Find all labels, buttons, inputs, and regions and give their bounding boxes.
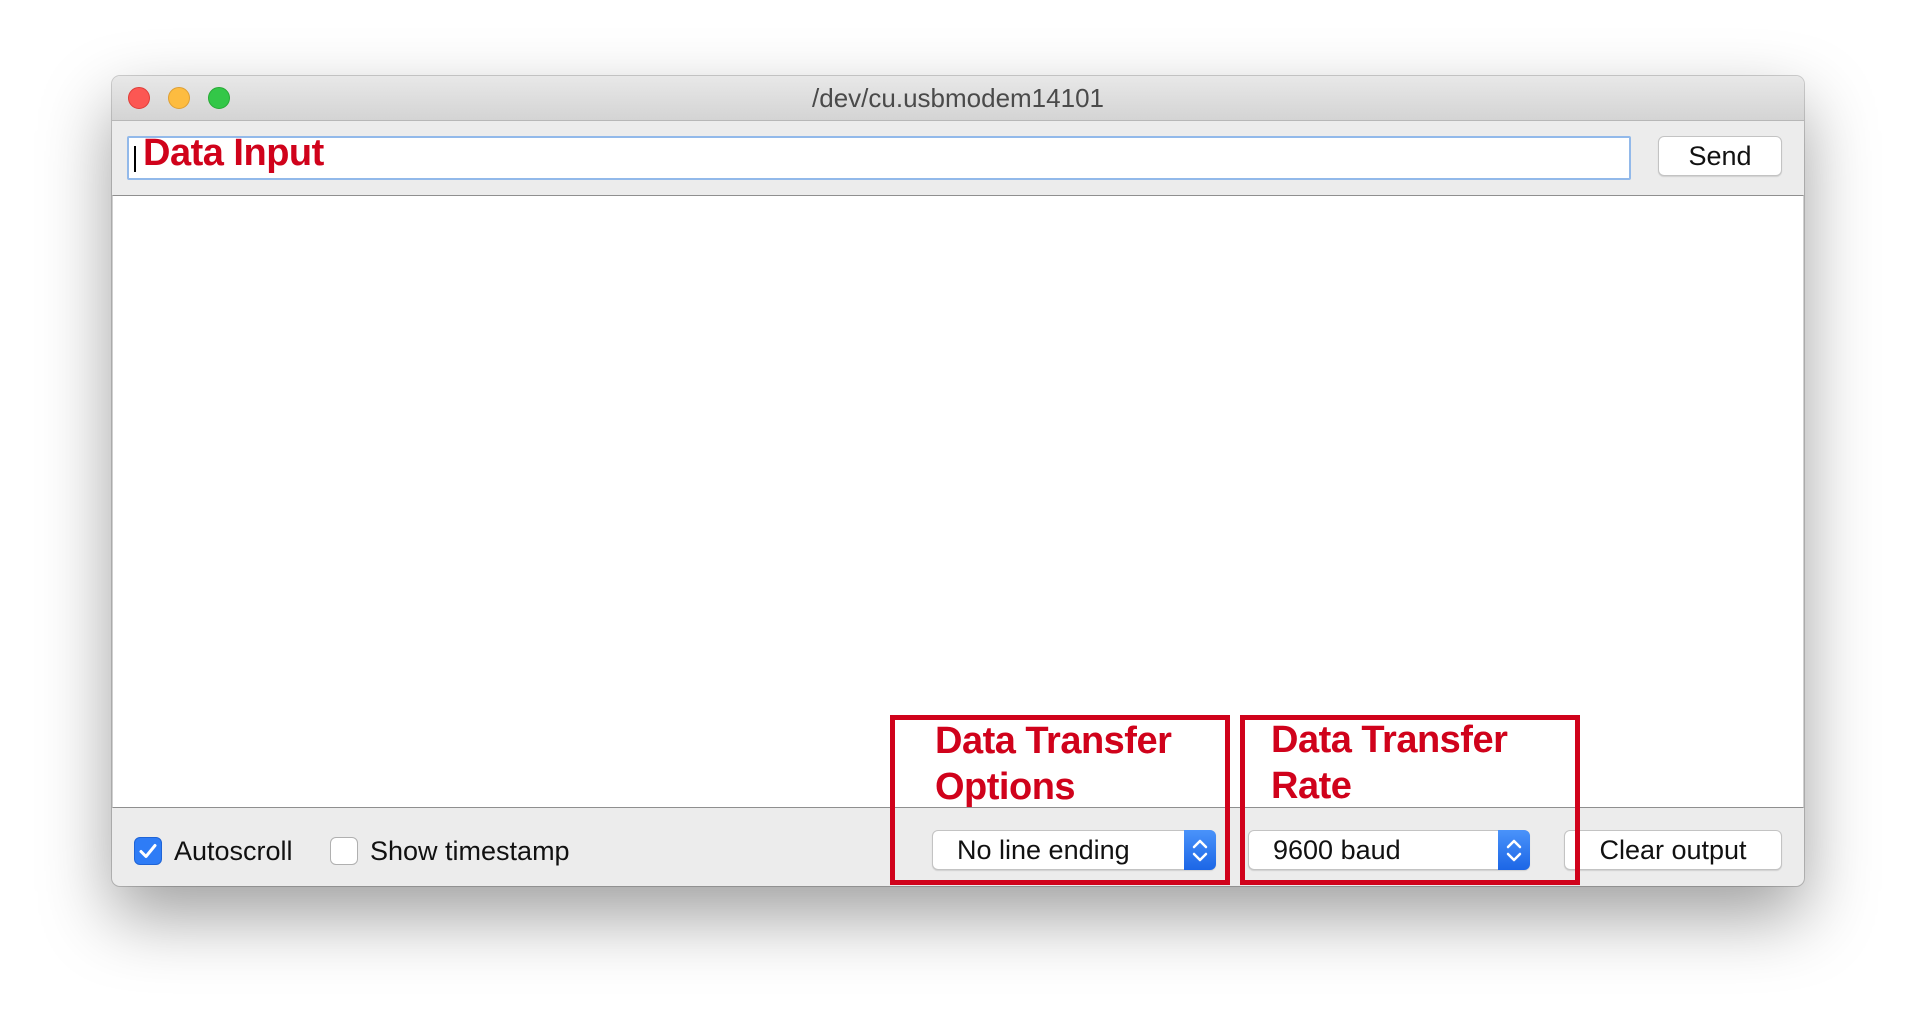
window-title: /dev/cu.usbmodem14101 [812,83,1104,113]
clear-output-button[interactable]: Clear output [1564,830,1782,870]
send-button[interactable]: Send [1658,136,1782,176]
checkmark-icon [139,844,157,858]
data-input-annotation: Data Input [143,132,324,174]
autoscroll-checkbox[interactable] [134,837,162,865]
show-timestamp-checkbox[interactable] [330,837,358,865]
options-annotation-label: Data Transfer Options [935,720,1172,808]
rate-annotation-label: Data Transfer Rate [1271,719,1508,807]
autoscroll-label[interactable]: Autoscroll [174,834,293,868]
title-bar[interactable]: /dev/cu.usbmodem14101 [112,76,1804,121]
text-caret [134,146,136,172]
show-timestamp-label[interactable]: Show timestamp [370,834,570,868]
data-input-field[interactable] [127,136,1631,180]
